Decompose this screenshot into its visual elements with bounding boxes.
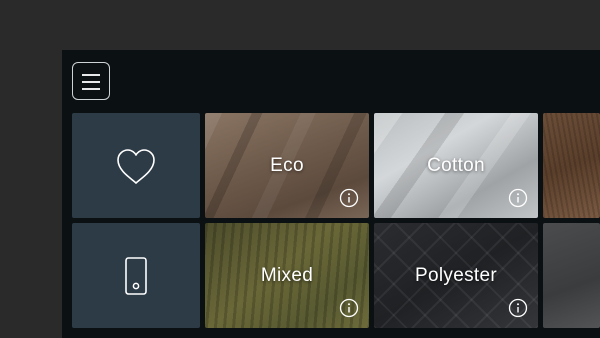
category-tile-eco[interactable]: Eco	[205, 113, 369, 218]
menu-bar	[82, 88, 100, 90]
category-tile-partial[interactable]	[543, 223, 600, 328]
favorites-tile[interactable]	[72, 113, 200, 218]
category-label: Mixed	[260, 264, 314, 286]
menu-bar	[82, 81, 100, 83]
category-label: Polyester	[415, 264, 497, 286]
heart-icon	[117, 149, 155, 184]
info-icon[interactable]	[508, 188, 528, 208]
category-tile-cotton[interactable]: Cotton	[374, 113, 538, 218]
device-tile[interactable]	[72, 223, 200, 328]
info-icon[interactable]	[339, 188, 359, 208]
category-tile-partial[interactable]	[543, 113, 600, 218]
info-icon[interactable]	[508, 298, 528, 318]
info-icon[interactable]	[339, 298, 359, 318]
category-tile-polyester[interactable]: Polyester	[374, 223, 538, 328]
menu-bar	[82, 74, 100, 76]
category-label: Cotton	[427, 154, 485, 176]
menu-button[interactable]	[72, 62, 110, 100]
smartphone-icon	[125, 257, 147, 295]
category-tile-mixed[interactable]: Mixed	[205, 223, 369, 328]
category-label: Eco	[270, 154, 304, 176]
